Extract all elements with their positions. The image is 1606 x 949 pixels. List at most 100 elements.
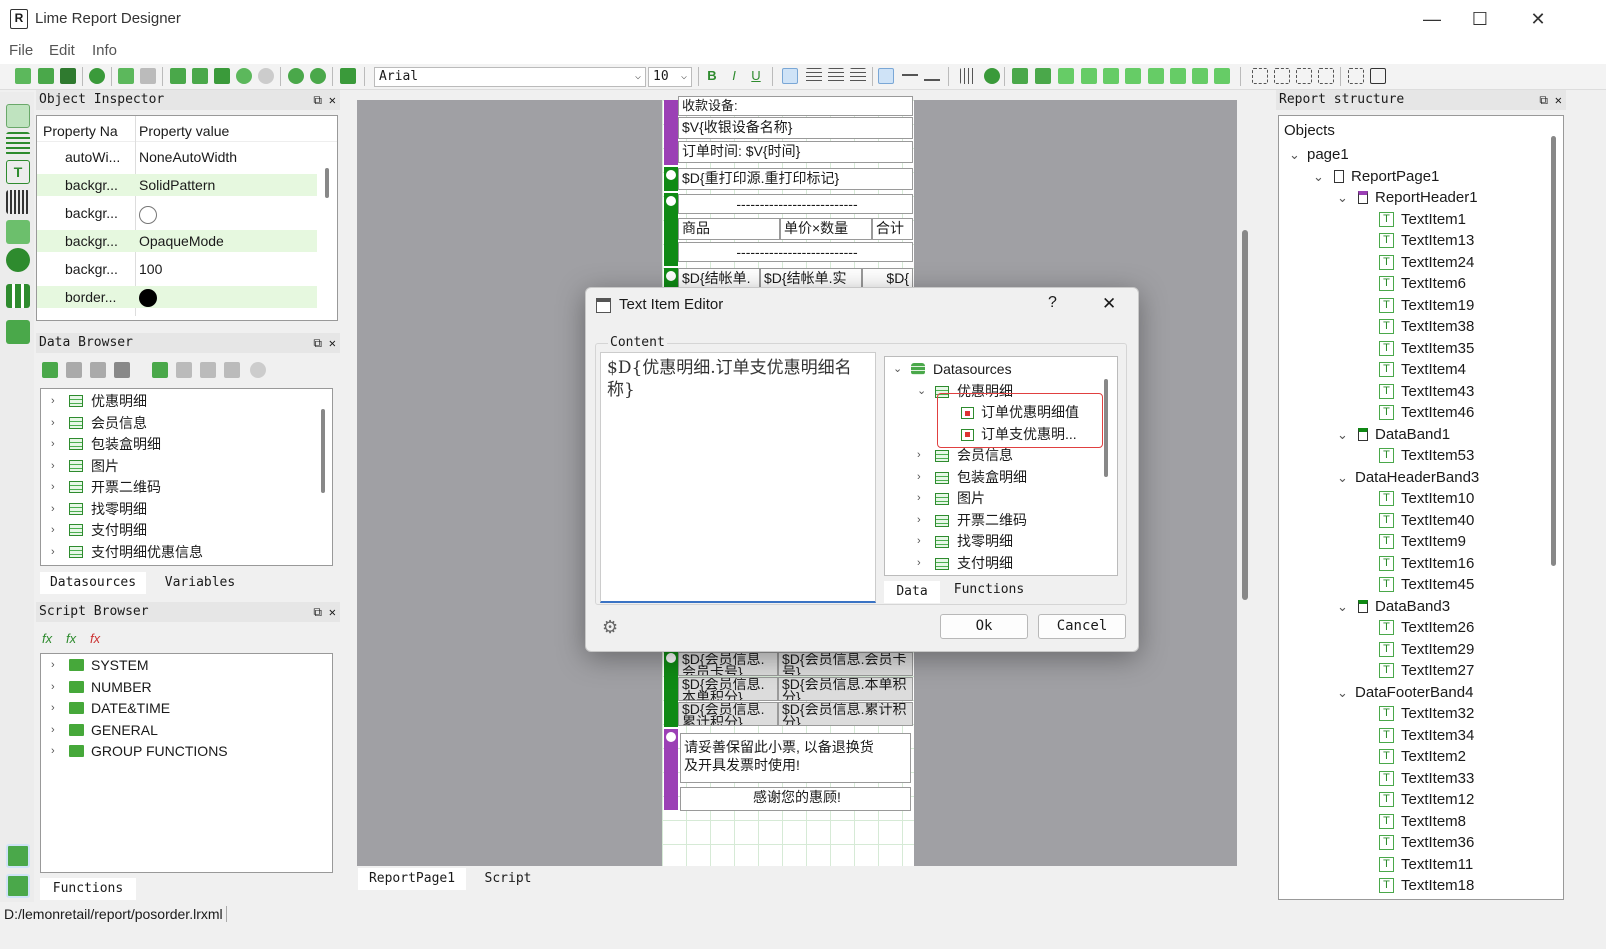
- float-icon[interactable]: ⧉: [1539, 90, 1548, 110]
- edit-function-icon[interactable]: fx: [66, 631, 76, 646]
- black-color-swatch[interactable]: [139, 289, 157, 307]
- connect-icon[interactable]: [114, 362, 130, 378]
- structure-node[interactable]: T TextItem6: [1279, 273, 1549, 294]
- scrollbar[interactable]: [325, 168, 329, 198]
- add-variable-icon[interactable]: [152, 362, 168, 378]
- chevron-right-icon[interactable]: ›: [917, 488, 921, 509]
- text-item-icon[interactable]: T: [6, 160, 30, 184]
- structure-node[interactable]: ⌄ DataFooterBand4: [1279, 682, 1549, 703]
- structure-node[interactable]: T TextItem13: [1279, 230, 1549, 251]
- info-icon[interactable]: [250, 362, 266, 378]
- text-item[interactable]: 感谢您的惠顾!: [680, 787, 911, 811]
- border-left-icon[interactable]: [1252, 68, 1268, 84]
- align-lefts-icon[interactable]: [1058, 68, 1074, 84]
- tree-node-datasource[interactable]: › 开票二维码: [885, 510, 1105, 531]
- chevron-right-icon[interactable]: ›: [51, 719, 55, 741]
- minimize-button[interactable]: —: [1408, 0, 1456, 38]
- copy-icon[interactable]: [170, 68, 186, 84]
- chevron-right-icon[interactable]: ›: [51, 412, 55, 434]
- chevron-right-icon[interactable]: ›: [917, 553, 921, 574]
- send-back-icon[interactable]: [1035, 68, 1051, 84]
- structure-node[interactable]: T TextItem38: [1279, 316, 1549, 337]
- datasource-item[interactable]: › 找零明细: [41, 498, 311, 520]
- property-value-header[interactable]: Property value: [139, 120, 229, 142]
- align-center-icon[interactable]: [806, 68, 822, 84]
- chevron-down-icon[interactable]: ⌄: [1337, 187, 1348, 208]
- chevron-down-icon[interactable]: ⌄: [917, 381, 926, 402]
- text-item[interactable]: $D{会员信息.会员卡号}: [778, 652, 913, 676]
- help-button[interactable]: ?: [1048, 294, 1057, 312]
- valign-bottom-icon[interactable]: [924, 68, 940, 84]
- tab-functions[interactable]: Functions: [944, 579, 1034, 601]
- text-item[interactable]: $V{收银设备名称}: [678, 117, 913, 139]
- bring-front-icon[interactable]: [1012, 68, 1028, 84]
- band-handle[interactable]: [666, 732, 676, 742]
- align-centers-icon[interactable]: [1103, 68, 1119, 84]
- structure-node[interactable]: T TextItem32: [1279, 703, 1549, 724]
- new-report-icon[interactable]: [15, 68, 31, 84]
- chevron-right-icon[interactable]: ›: [51, 541, 55, 563]
- close-dialog-button[interactable]: ✕: [1102, 294, 1116, 314]
- text-item[interactable]: $D{会员信息.本单积分}: [678, 677, 778, 701]
- function-group-item[interactable]: › DATE&TIME: [41, 697, 311, 719]
- float-icon[interactable]: ⧉: [313, 602, 322, 622]
- barcode-icon[interactable]: [6, 190, 30, 214]
- tree-node-datasource[interactable]: › 找零明细: [885, 531, 1105, 552]
- menu-info[interactable]: Info: [92, 42, 117, 59]
- datasource-item[interactable]: › 包装盒明细: [41, 433, 311, 455]
- text-item[interactable]: 收款设备:: [678, 96, 913, 116]
- align-rights-icon[interactable]: [1081, 68, 1097, 84]
- datasource-item[interactable]: › 优惠明细: [41, 390, 311, 412]
- delete-page-icon[interactable]: [140, 68, 156, 84]
- datasource-item[interactable]: › 开票二维码: [41, 476, 311, 498]
- property-name-header[interactable]: Property Na: [43, 120, 135, 142]
- property-row[interactable]: backgr... 100: [37, 258, 317, 280]
- text-item[interactable]: $D{: [862, 268, 913, 288]
- float-icon[interactable]: ⧉: [313, 90, 322, 110]
- content-text-editor[interactable]: $D{优惠明细.订单支优惠明细名称}: [600, 352, 876, 603]
- structure-node[interactable]: T TextItem4: [1279, 359, 1549, 380]
- structure-node[interactable]: ⌄ page1: [1279, 144, 1549, 165]
- tab-reportpage1[interactable]: ReportPage1: [358, 868, 466, 890]
- property-row[interactable]: backgr... OpaqueMode: [37, 230, 317, 252]
- tree-node-datasource[interactable]: › 支付明细: [885, 553, 1105, 574]
- print-icon[interactable]: [340, 68, 356, 84]
- chevron-right-icon[interactable]: ›: [51, 519, 55, 541]
- chevron-right-icon[interactable]: ›: [917, 445, 921, 466]
- menu-edit[interactable]: Edit: [49, 42, 75, 59]
- grid-icon[interactable]: [960, 68, 976, 84]
- tree-node-datasource[interactable]: › 会员信息: [885, 445, 1105, 466]
- band-handle[interactable]: [666, 653, 676, 663]
- chevron-right-icon[interactable]: ›: [51, 390, 55, 412]
- text-item[interactable]: $D{会员信息.本单积分}: [778, 677, 913, 701]
- text-item[interactable]: $D{重打印源.重打印标记}: [678, 168, 913, 190]
- align-left-icon[interactable]: [782, 68, 798, 84]
- structure-node[interactable]: T TextItem11: [1279, 854, 1549, 875]
- redo-icon[interactable]: [258, 68, 274, 84]
- datasource-item[interactable]: › 会员信息: [41, 412, 311, 434]
- chevron-right-icon[interactable]: ›: [51, 676, 55, 698]
- band-tool-icon[interactable]: [6, 132, 30, 156]
- delete-function-icon[interactable]: fx: [90, 631, 100, 646]
- chevron-down-icon[interactable]: ⌄: [1289, 144, 1300, 165]
- chevron-right-icon[interactable]: ›: [917, 467, 921, 488]
- paste-icon[interactable]: [192, 68, 208, 84]
- datasource-item[interactable]: › 支付明细优惠信息: [41, 541, 311, 563]
- text-item[interactable]: --------------------------: [678, 242, 913, 262]
- chevron-down-icon[interactable]: ⌄: [1337, 682, 1348, 703]
- datasource-item[interactable]: › 图片: [41, 455, 311, 477]
- band-handle[interactable]: [666, 196, 676, 206]
- text-item[interactable]: 请妥善保留此小票, 以备退换货 及开具发票时使用!: [680, 733, 911, 783]
- italic-icon[interactable]: I: [726, 68, 742, 84]
- structure-node[interactable]: T TextItem43: [1279, 381, 1549, 402]
- chevron-down-icon[interactable]: ⌄: [1337, 424, 1348, 445]
- right-dock-toggle-icon[interactable]: [6, 874, 30, 898]
- structure-node[interactable]: T TextItem34: [1279, 725, 1549, 746]
- chevron-right-icon[interactable]: ›: [917, 531, 921, 552]
- structure-node[interactable]: T TextItem33: [1279, 768, 1549, 789]
- function-group-item[interactable]: › NUMBER: [41, 676, 311, 698]
- edit-datasource-icon[interactable]: [66, 362, 82, 378]
- structure-node[interactable]: T TextItem45: [1279, 574, 1549, 595]
- text-item[interactable]: $D{会员信息.累计积分}: [778, 702, 913, 726]
- structure-node[interactable]: T TextItem2: [1279, 746, 1549, 767]
